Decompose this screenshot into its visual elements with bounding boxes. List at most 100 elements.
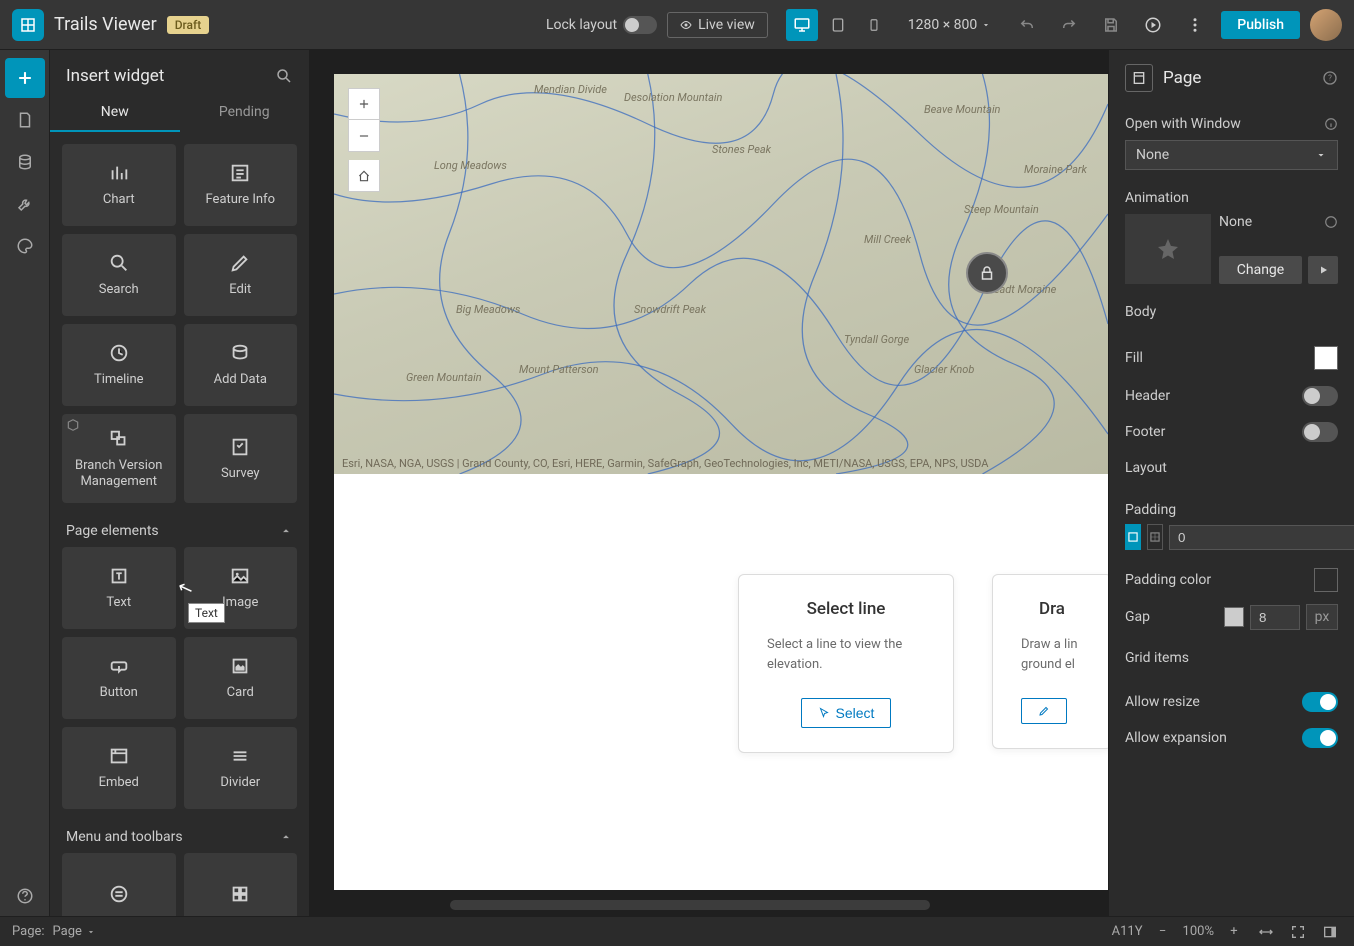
image-icon [229, 565, 251, 587]
mobile-icon [867, 18, 881, 32]
widget-divider[interactable]: Divider [184, 727, 298, 809]
grid-icon [229, 883, 251, 905]
pointer-icon [818, 707, 830, 719]
widget-text[interactable]: Text [62, 547, 176, 629]
map-zoom-out-button[interactable] [348, 120, 380, 152]
svg-text:?: ? [1328, 74, 1332, 83]
device-tablet-button[interactable] [822, 9, 854, 41]
tab-new[interactable]: New [50, 94, 180, 132]
a11y-label[interactable]: A11Y [1112, 924, 1143, 939]
header-toggle[interactable] [1302, 386, 1338, 406]
widget-survey[interactable]: Survey [184, 414, 298, 503]
device-desktop-button[interactable] [786, 9, 818, 41]
fit-width-button[interactable] [1254, 920, 1278, 944]
animation-change-button[interactable]: Change [1219, 256, 1302, 284]
zoom-level[interactable]: 100% [1183, 924, 1214, 939]
divider-icon [229, 745, 251, 767]
fit-screen-button[interactable] [1286, 920, 1310, 944]
chevron-down-icon [1315, 149, 1327, 161]
animation-preview [1125, 214, 1211, 284]
live-view-label: Live view [698, 17, 755, 33]
padding-input[interactable] [1169, 525, 1354, 550]
zoom-out-button[interactable]: − [1151, 920, 1175, 944]
device-buttons [786, 9, 890, 41]
gap-unit[interactable]: px [1306, 604, 1338, 630]
animation-play-button[interactable] [1308, 256, 1338, 284]
open-with-window-select[interactable]: None [1125, 140, 1338, 170]
pencil-icon [1038, 705, 1050, 717]
widget-image[interactable]: Image [184, 547, 298, 629]
app-logo [12, 9, 44, 41]
widget-search[interactable]: Search [62, 234, 176, 316]
save-button[interactable] [1095, 9, 1127, 41]
rail-utilities-button[interactable] [5, 184, 45, 224]
card-select-line[interactable]: Select line Select a line to view the el… [738, 574, 954, 753]
chevron-up-icon [279, 524, 293, 538]
publish-button[interactable]: Publish [1221, 11, 1300, 39]
widget-add-data[interactable]: Add Data [184, 324, 298, 406]
map-home-button[interactable] [348, 160, 380, 192]
canvas-page[interactable]: Mendian Divide Desolation Mountain Stone… [334, 74, 1108, 890]
star-icon [1156, 237, 1180, 261]
info-icon[interactable] [1324, 215, 1338, 229]
redo-button[interactable] [1053, 9, 1085, 41]
draw-button[interactable] [1021, 698, 1067, 724]
search-icon[interactable] [275, 67, 293, 85]
lock-layout-switch[interactable] [623, 16, 657, 34]
map-label: Steep Mountain [964, 204, 1039, 216]
lock-layout-toggle[interactable]: Lock layout [546, 16, 657, 34]
rail-data-button[interactable] [5, 142, 45, 182]
tab-pending[interactable]: Pending [180, 94, 310, 132]
help-icon[interactable]: ? [1322, 70, 1338, 86]
widget-chart[interactable]: Chart [62, 144, 176, 226]
widget-button[interactable]: Button [62, 637, 176, 719]
gap-input[interactable] [1250, 605, 1300, 630]
padding-mode-independent[interactable] [1147, 524, 1163, 550]
user-avatar[interactable] [1310, 9, 1342, 41]
body-label: Body [1125, 304, 1156, 320]
horizontal-scrollbar[interactable] [450, 900, 930, 910]
select-button[interactable]: Select [801, 698, 892, 728]
footer-label: Footer [1125, 424, 1165, 440]
page-icon [1125, 64, 1153, 92]
footer-toggle[interactable] [1302, 422, 1338, 442]
section-page-elements[interactable]: Page elements [62, 515, 297, 547]
toggle-right-panel-button[interactable] [1318, 920, 1342, 944]
section-menu-toolbars[interactable]: Menu and toolbars [62, 821, 297, 853]
widget-timeline[interactable]: Timeline [62, 324, 176, 406]
rail-help-button[interactable] [5, 876, 45, 916]
undo-icon [1018, 16, 1036, 34]
menu-icon [108, 883, 130, 905]
widget-embed[interactable]: Embed [62, 727, 176, 809]
undo-button[interactable] [1011, 9, 1043, 41]
widget-edit[interactable]: Edit [184, 234, 298, 316]
padding-mode-uniform[interactable] [1125, 524, 1141, 550]
branch-icon [108, 428, 130, 450]
page-selector[interactable]: Page [53, 924, 96, 939]
gap-link-button[interactable] [1224, 607, 1244, 627]
search-widget-icon [108, 252, 130, 274]
map-widget[interactable]: Mendian Divide Desolation Mountain Stone… [334, 74, 1108, 474]
rail-theme-button[interactable] [5, 226, 45, 266]
device-mobile-button[interactable] [858, 9, 890, 41]
card-draw-line[interactable]: Dra Draw a lin ground el [992, 574, 1108, 749]
widget-grid-toolbar[interactable] [184, 853, 298, 916]
fill-color-swatch[interactable] [1314, 346, 1338, 370]
preview-button[interactable] [1137, 9, 1169, 41]
widget-menu[interactable] [62, 853, 176, 916]
widget-branch-version[interactable]: Branch Version Management [62, 414, 176, 503]
viewport-size-dropdown[interactable]: 1280 × 800 [908, 17, 992, 33]
map-zoom-in-button[interactable] [348, 88, 380, 120]
rail-page-button[interactable] [5, 100, 45, 140]
allow-expansion-toggle[interactable] [1302, 728, 1338, 748]
padding-color-swatch[interactable] [1314, 568, 1338, 592]
widget-feature-info[interactable]: Feature Info [184, 144, 298, 226]
rail-insert-button[interactable] [5, 58, 45, 98]
widget-card[interactable]: Card [184, 637, 298, 719]
more-button[interactable] [1179, 9, 1211, 41]
allow-resize-toggle[interactable] [1302, 692, 1338, 712]
panel-title: Insert widget [66, 66, 164, 86]
zoom-in-button[interactable]: + [1222, 920, 1246, 944]
live-view-button[interactable]: Live view [667, 12, 768, 38]
info-icon[interactable] [1324, 117, 1338, 131]
